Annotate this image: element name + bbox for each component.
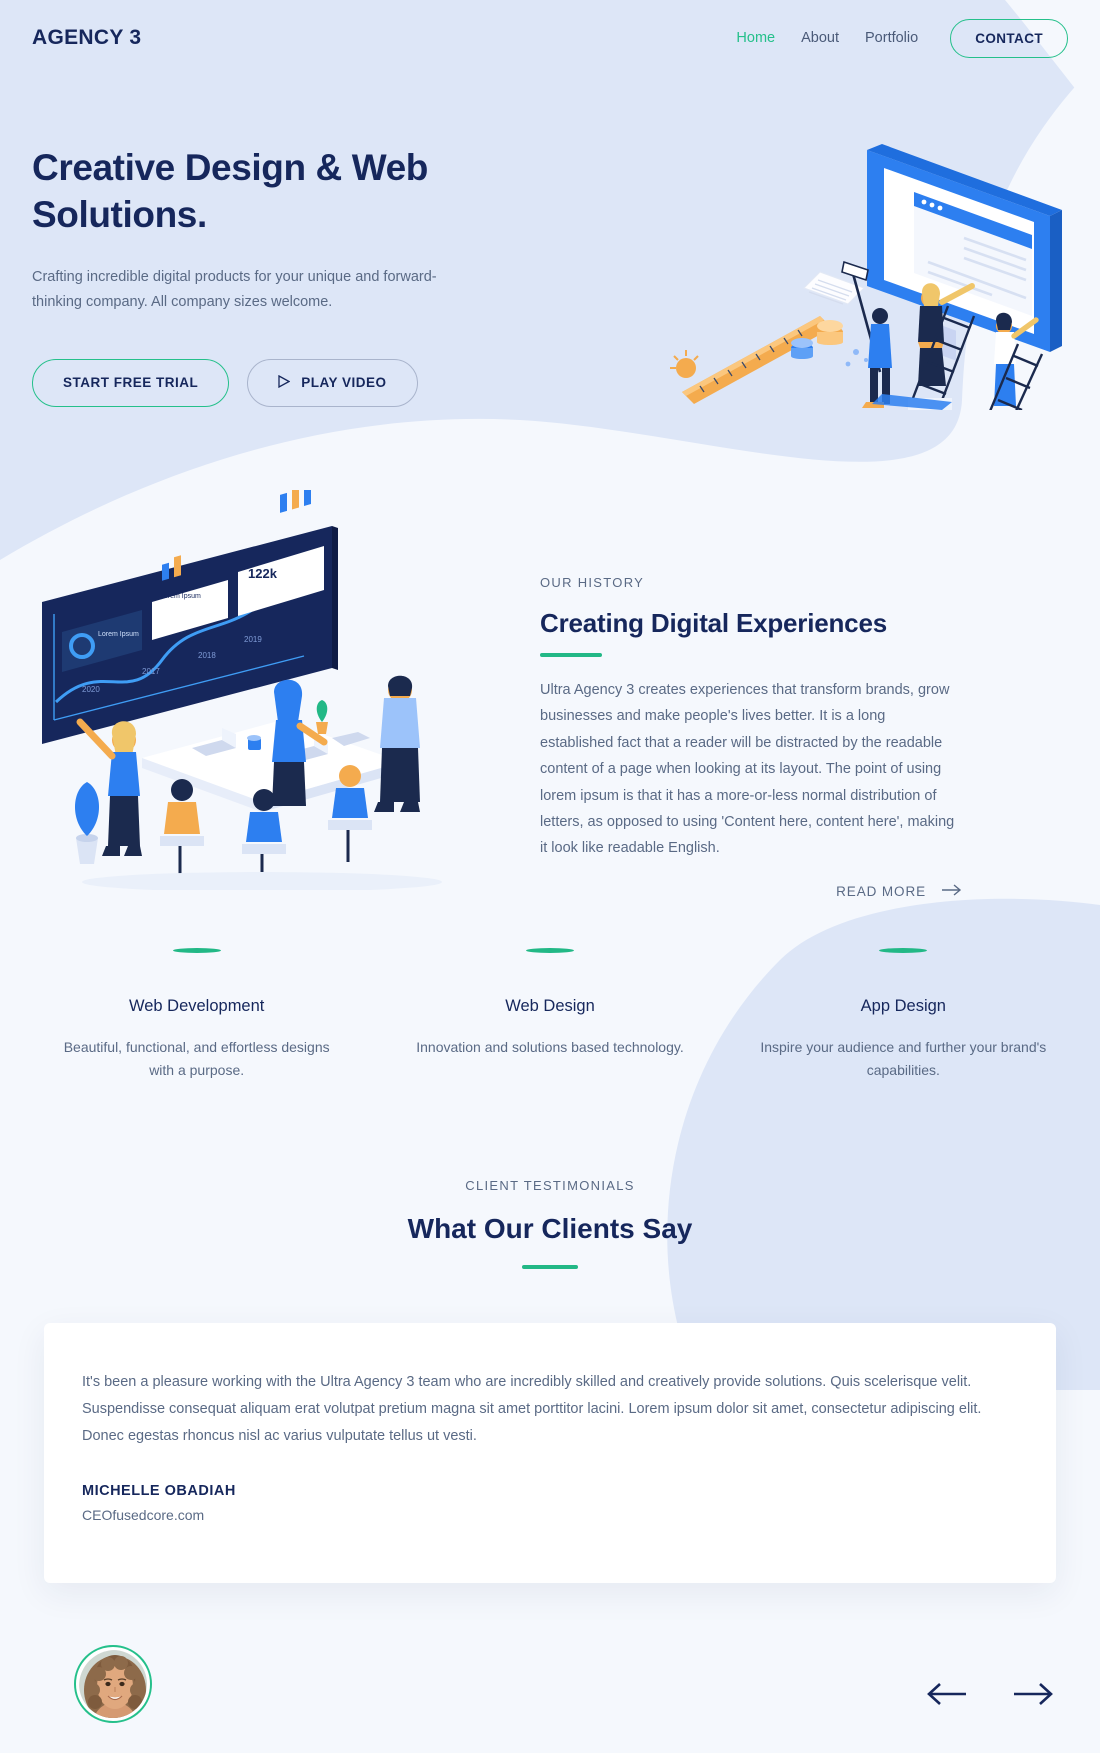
testimonial-carousel-nav bbox=[924, 1680, 1056, 1708]
nav-item-about[interactable]: About bbox=[801, 30, 839, 46]
brand-logo[interactable]: AGENCY 3 bbox=[32, 26, 141, 50]
avatar-photo bbox=[79, 1650, 147, 1718]
illustration-year-2019: 2019 bbox=[244, 635, 262, 644]
hero-title: Creative Design & Web Solutions. bbox=[32, 147, 428, 236]
service-title: App Design bbox=[860, 997, 946, 1015]
contact-button[interactable]: CONTACT bbox=[950, 18, 1068, 58]
hero-actions: START FREE TRIAL PLAY VIDEO bbox=[32, 358, 520, 407]
service-description: Beautiful, functional, and effortless de… bbox=[63, 1039, 330, 1079]
nav-links: Home About Portfolio CONTACT bbox=[736, 18, 1068, 58]
navbar: AGENCY 3 Home About Portfolio CONTACT bbox=[0, 0, 1100, 58]
history-copy: OUR HISTORY Creating Digital Experiences… bbox=[492, 490, 962, 899]
service-card-web-development[interactable]: Web Development Beautiful, functional, a… bbox=[20, 948, 373, 1110]
history-title: Creating Digital Experiences bbox=[540, 608, 887, 638]
illustration-year-2018: 2018 bbox=[198, 651, 216, 660]
svg-text:Lorem Ipsum: Lorem Ipsum bbox=[98, 631, 139, 638]
illustration-metric: 122k bbox=[248, 566, 278, 581]
testimonials-title: What Our Clients Say bbox=[407, 1213, 693, 1244]
service-description: Inspire your audience and further your b… bbox=[760, 1039, 1047, 1079]
nav-item-portfolio[interactable]: Portfolio bbox=[865, 30, 918, 46]
testimonials-accent-rule bbox=[522, 1265, 578, 1269]
history-body: Ultra Agency 3 creates experiences that … bbox=[540, 682, 955, 857]
testimonial-author-name: MICHELLE OBADIAH bbox=[82, 1483, 236, 1500]
illustration-year-2020: 2020 bbox=[82, 685, 100, 694]
testimonials-eyebrow: CLIENT TESTIMONIALS bbox=[465, 1178, 635, 1193]
service-title: Web Design bbox=[505, 997, 595, 1015]
testimonial-author-role: CEOfusedcore.com bbox=[82, 1507, 205, 1524]
svg-text:Lorem Ipsum: Lorem Ipsum bbox=[160, 593, 201, 600]
service-card-app-design[interactable]: App Design Inspire your audience and fur… bbox=[727, 948, 1080, 1110]
service-accent-dash bbox=[172, 948, 221, 953]
service-card-web-design[interactable]: Web Design Innovation and solutions base… bbox=[373, 948, 726, 1110]
play-video-label: PLAY VIDEO bbox=[301, 375, 387, 391]
hero-copy: Creative Design & Web Solutions. Craftin… bbox=[0, 58, 520, 407]
testimonial-card: It's been a pleasure working with the Ul… bbox=[44, 1323, 1056, 1584]
history-section: 2020 2017 2018 2019 Lorem Ipsum Lorem Ip… bbox=[0, 470, 1100, 920]
play-video-button[interactable]: PLAY VIDEO bbox=[247, 358, 418, 407]
hero-subtitle: Crafting incredible digital products for… bbox=[32, 268, 437, 310]
prev-arrow-button[interactable] bbox=[924, 1680, 968, 1708]
next-arrow-button[interactable] bbox=[1012, 1680, 1056, 1708]
service-description: Innovation and solutions based technolog… bbox=[416, 1039, 684, 1055]
play-triangle-icon bbox=[278, 374, 291, 391]
read-more-label: READ MORE bbox=[836, 883, 926, 899]
service-title: Web Development bbox=[128, 997, 265, 1015]
service-accent-dash bbox=[525, 948, 574, 953]
service-accent-dash bbox=[879, 948, 928, 953]
testimonials-section: CLIENT TESTIMONIALS What Our Clients Say… bbox=[0, 1110, 1100, 1584]
testimonial-avatar[interactable] bbox=[74, 1645, 152, 1723]
history-accent-rule bbox=[540, 653, 602, 657]
testimonials-header: CLIENT TESTIMONIALS What Our Clients Say bbox=[0, 1178, 1100, 1269]
history-eyebrow: OUR HISTORY bbox=[540, 575, 645, 590]
hero-section: AGENCY 3 Home About Portfolio CONTACT Cr… bbox=[0, 0, 1100, 470]
nav-item-home[interactable]: Home bbox=[736, 30, 775, 46]
read-more-link[interactable]: READ MORE bbox=[540, 884, 962, 899]
hero-illustration bbox=[652, 120, 1072, 421]
services-section: Web Development Beautiful, functional, a… bbox=[0, 920, 1100, 1110]
start-free-trial-button[interactable]: START FREE TRIAL bbox=[32, 358, 230, 407]
arrow-right-icon bbox=[942, 884, 962, 899]
testimonial-quote: It's been a pleasure working with the Ul… bbox=[82, 1374, 982, 1444]
history-illustration: 2020 2017 2018 2019 Lorem Ipsum Lorem Ip… bbox=[32, 473, 492, 895]
illustration-year-2017: 2017 bbox=[142, 667, 160, 676]
